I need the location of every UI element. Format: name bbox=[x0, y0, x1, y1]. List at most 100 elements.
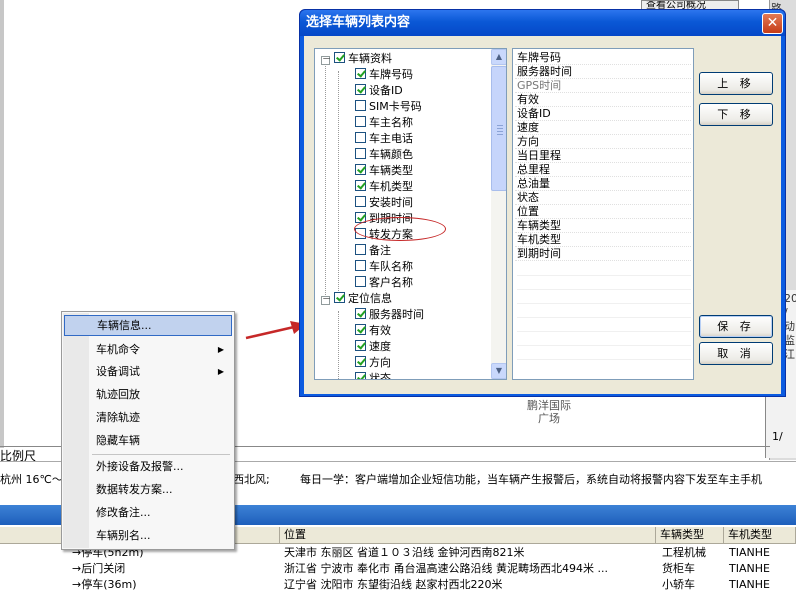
list-item[interactable]: 当日里程 bbox=[515, 149, 691, 163]
list-item[interactable]: 位置 bbox=[515, 205, 691, 219]
checkbox[interactable] bbox=[355, 84, 366, 95]
collapse-icon[interactable]: － bbox=[321, 56, 331, 65]
checkbox[interactable] bbox=[355, 164, 366, 175]
move-down-button[interactable]: 下 移 bbox=[699, 103, 773, 126]
checkbox[interactable] bbox=[355, 68, 366, 79]
checkbox-position-info[interactable] bbox=[334, 292, 345, 303]
tree-item-plate-number[interactable]: 车牌号码 bbox=[355, 67, 413, 83]
scroll-down-icon[interactable]: ▼ bbox=[491, 363, 506, 379]
checkbox[interactable] bbox=[355, 356, 366, 367]
save-button[interactable]: 保 存 bbox=[699, 315, 773, 338]
tree-item-owner-name[interactable]: 车主名称 bbox=[355, 115, 413, 131]
checkbox[interactable] bbox=[355, 260, 366, 271]
column-tree[interactable]: － 车辆资料 车牌号码 设备ID SIM卡号码 车主名称 车主电话 车辆颜色 车辆… bbox=[314, 48, 507, 380]
tree-item-server-time[interactable]: 服务器时间 bbox=[355, 307, 424, 323]
list-item[interactable]: 服务器时间 bbox=[515, 65, 691, 79]
dialog-title: 选择车辆列表内容 bbox=[306, 15, 411, 30]
table-cell-device-type[interactable]: TIANHE bbox=[727, 577, 793, 593]
list-item[interactable]: 速度 bbox=[515, 121, 691, 135]
menu-item-device-debug[interactable]: 设备调试 ▶ bbox=[64, 361, 232, 382]
page-indicator: 1/ bbox=[772, 430, 783, 443]
table-cell-vehicle-type[interactable]: 货柜车 bbox=[660, 561, 724, 577]
menu-item-edit-note[interactable]: 修改备注... bbox=[64, 502, 232, 523]
tree-item-status[interactable]: 状态 bbox=[355, 371, 391, 379]
table-cell-location[interactable]: 辽宁省 沈阳市 东望街沿线 赵家村西北220米 bbox=[282, 577, 654, 593]
tree-item-customer-name[interactable]: 客户名称 bbox=[355, 275, 413, 291]
checkbox[interactable] bbox=[355, 196, 366, 207]
list-item[interactable]: 总里程 bbox=[515, 163, 691, 177]
checkbox[interactable] bbox=[355, 276, 366, 287]
tree-group-position-info[interactable]: － 定位信息 bbox=[321, 291, 392, 307]
collapse-icon[interactable]: － bbox=[321, 296, 331, 305]
checkbox[interactable] bbox=[355, 116, 366, 127]
menu-item-data-forward[interactable]: 数据转发方案... bbox=[64, 479, 232, 500]
table-cell-device-type[interactable]: TIANHE bbox=[727, 545, 793, 561]
tree-item-sim-number[interactable]: SIM卡号码 bbox=[355, 99, 422, 115]
list-item[interactable]: 状态 bbox=[515, 191, 691, 205]
tree-item-install-time[interactable]: 安装时间 bbox=[355, 195, 413, 211]
list-guide-line bbox=[517, 331, 691, 332]
list-item[interactable]: 有效 bbox=[515, 93, 691, 107]
tree-group-vehicle-info[interactable]: － 车辆资料 bbox=[321, 51, 392, 67]
tree-item-direction[interactable]: 方向 bbox=[355, 355, 391, 371]
list-item[interactable]: 总油量 bbox=[515, 177, 691, 191]
checkbox[interactable] bbox=[355, 100, 366, 111]
scroll-thumb[interactable] bbox=[491, 66, 506, 191]
checkbox[interactable] bbox=[355, 308, 366, 319]
table-cell-device-type[interactable]: TIANHE bbox=[727, 561, 793, 577]
tree-item-note[interactable]: 备注 bbox=[355, 243, 391, 259]
list-item[interactable]: GPS时间 bbox=[515, 79, 691, 93]
menu-item-external-device[interactable]: 外接设备及报警... bbox=[64, 456, 232, 477]
menu-item-track-playback[interactable]: 轨迹回放 bbox=[64, 384, 232, 405]
checkbox[interactable] bbox=[355, 180, 366, 191]
list-item[interactable]: 车牌号码 bbox=[515, 51, 691, 65]
checkbox[interactable] bbox=[355, 372, 366, 379]
menu-item-vehicle-alias[interactable]: 车辆别名... bbox=[64, 525, 232, 546]
checkbox[interactable] bbox=[355, 148, 366, 159]
checkbox[interactable] bbox=[355, 340, 366, 351]
tree-item-vehicle-color[interactable]: 车辆颜色 bbox=[355, 147, 413, 163]
table-cell-location[interactable]: 天津市 东丽区 省道１０３沿线 金钟河西南821米 bbox=[282, 545, 654, 561]
list-item[interactable]: 到期时间 bbox=[515, 247, 691, 261]
checkbox[interactable] bbox=[355, 244, 366, 255]
list-item[interactable]: 方向 bbox=[515, 135, 691, 149]
table-cell-status[interactable]: →后门关闭 bbox=[70, 561, 278, 577]
menu-item-clear-track[interactable]: 清除轨迹 bbox=[64, 407, 232, 428]
menu-item-hide-vehicle[interactable]: 隐藏车辆 bbox=[64, 430, 232, 451]
checkbox[interactable] bbox=[355, 132, 366, 143]
menu-item-device-command[interactable]: 车机命令 ▶ bbox=[64, 339, 232, 360]
tree-item-device-id[interactable]: 设备ID bbox=[355, 83, 403, 99]
table-cell-vehicle-type[interactable]: 工程机械 bbox=[660, 545, 724, 561]
checkbox[interactable] bbox=[355, 324, 366, 335]
table-header-device-type[interactable]: 车机类型 bbox=[724, 527, 796, 544]
tree-item-label: 备注 bbox=[369, 244, 391, 257]
move-up-button[interactable]: 上 移 bbox=[699, 72, 773, 95]
cancel-button[interactable]: 取 消 bbox=[699, 342, 773, 365]
scroll-up-icon[interactable]: ▲ bbox=[491, 49, 506, 65]
list-guide-line bbox=[517, 317, 691, 318]
tree-item-owner-phone[interactable]: 车主电话 bbox=[355, 131, 413, 147]
table-header-location[interactable]: 位置 bbox=[280, 527, 656, 544]
tree-item-label: SIM卡号码 bbox=[369, 100, 422, 113]
tree-item-label: 车机类型 bbox=[369, 180, 413, 193]
list-item[interactable]: 设备ID bbox=[515, 107, 691, 121]
table-header-vehicle-type[interactable]: 车辆类型 bbox=[656, 527, 724, 544]
checkbox-vehicle-info[interactable] bbox=[334, 52, 345, 63]
table-cell-location[interactable]: 浙江省 宁波市 奉化市 甬台温高速公路沿线 黄泥畴场西北494米 ... bbox=[282, 561, 654, 577]
tree-item-speed[interactable]: 速度 bbox=[355, 339, 391, 355]
tree-item-vehicle-type[interactable]: 车辆类型 bbox=[355, 163, 413, 179]
tree-item-valid[interactable]: 有效 bbox=[355, 323, 391, 339]
table-cell-status[interactable]: →停车(36m) bbox=[70, 577, 278, 593]
tree-scrollbar[interactable]: ▲ ▼ bbox=[491, 49, 506, 379]
close-icon[interactable]: ✕ bbox=[762, 13, 783, 34]
list-guide-line bbox=[517, 359, 691, 360]
selected-columns-list[interactable]: 车牌号码 服务器时间 GPS时间 有效 设备ID 速度 方向 当日里程 总里程 … bbox=[512, 48, 694, 380]
list-item[interactable]: 车辆类型 bbox=[515, 219, 691, 233]
tree-item-device-type[interactable]: 车机类型 bbox=[355, 179, 413, 195]
list-item[interactable]: 车机类型 bbox=[515, 233, 691, 247]
tree-item-fleet-name[interactable]: 车队名称 bbox=[355, 259, 413, 275]
menu-item-vehicle-info[interactable]: 车辆信息... bbox=[64, 315, 232, 336]
table-cell-vehicle-type[interactable]: 小轿车 bbox=[660, 577, 724, 593]
dialog-titlebar[interactable]: 选择车辆列表内容 bbox=[300, 10, 785, 36]
tree-item-label: 设备ID bbox=[369, 84, 403, 97]
